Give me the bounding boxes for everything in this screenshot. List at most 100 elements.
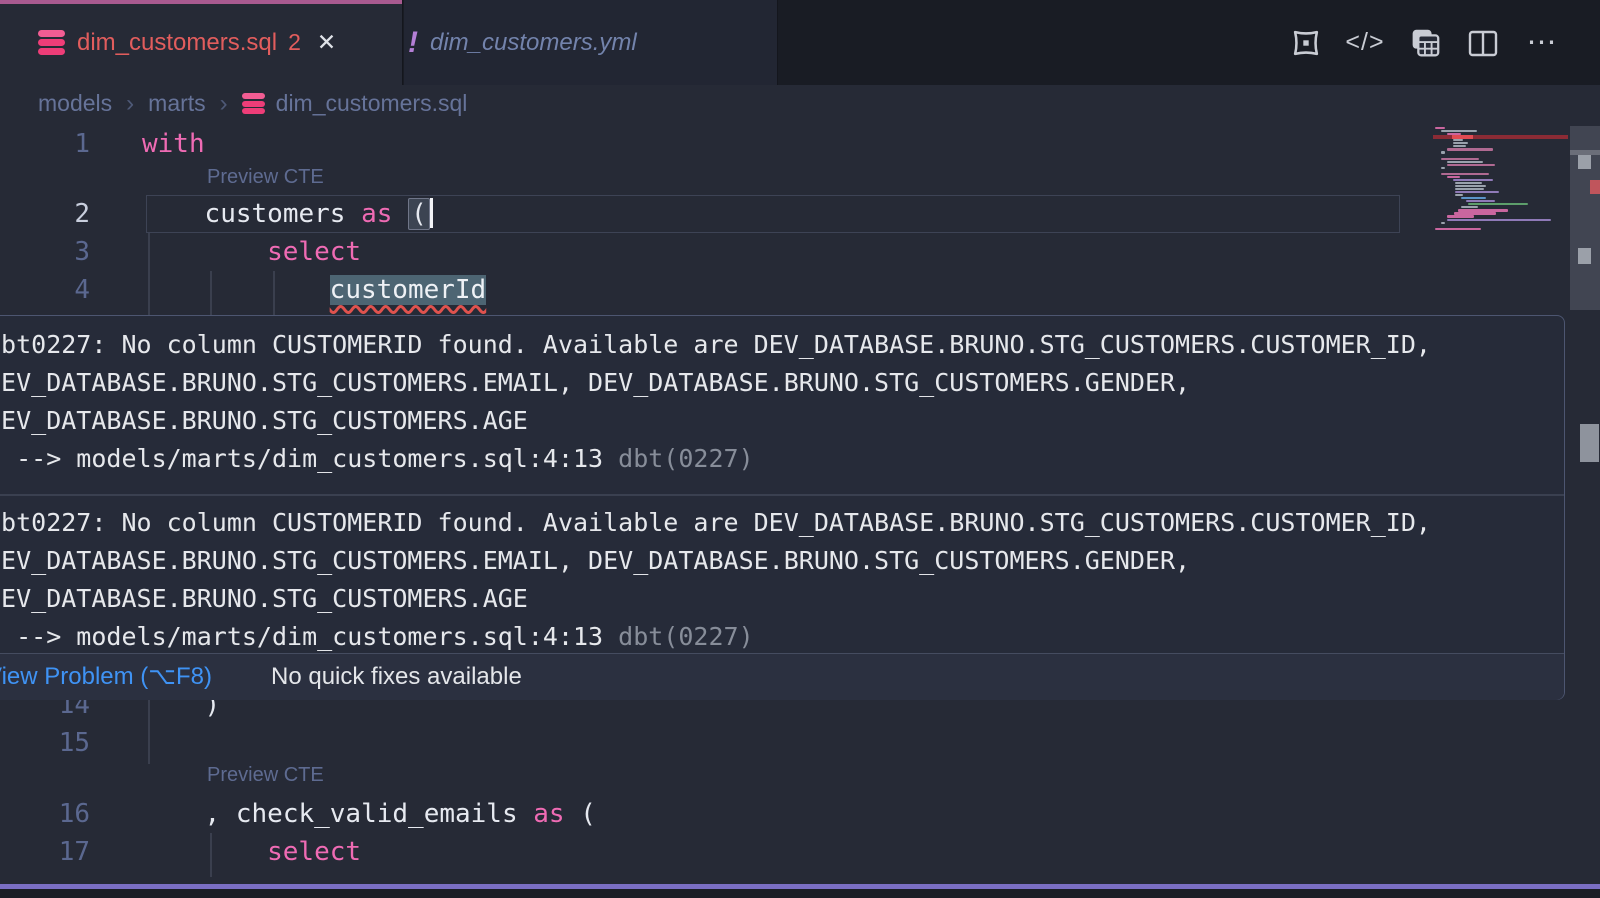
- code-line-16[interactable]: 16 , check_valid_emails as (: [0, 795, 1430, 833]
- code-line-17[interactable]: 17select: [0, 833, 1430, 871]
- minimap-code-line: [1461, 206, 1478, 208]
- minimap-code-line: [1441, 167, 1445, 169]
- minimap-code-line: [1441, 222, 1445, 224]
- minimap-code-line: [1447, 164, 1495, 166]
- close-icon[interactable]: ✕: [317, 29, 336, 56]
- code-token: (: [408, 198, 430, 230]
- code-token: (: [565, 799, 596, 829]
- minimap-code-line: [1455, 194, 1463, 196]
- tab-label: dim_customers.sql: [77, 29, 277, 57]
- indent-guide: [273, 271, 275, 315]
- minimap-code-line: [1447, 215, 1474, 217]
- indent-guide: [148, 700, 150, 764]
- indent-guide: [148, 233, 150, 315]
- overview-ruler-mark: [1580, 424, 1599, 462]
- code-token: as: [361, 199, 392, 229]
- minimap-code-line: [1453, 139, 1463, 141]
- error-message-line: dbt0227: No column CUSTOMERID found. Ava…: [0, 504, 1546, 542]
- diagnostic-source: dbt(0227): [618, 444, 753, 473]
- vertical-scrollbar[interactable]: [1570, 122, 1600, 898]
- code-token: with: [142, 129, 205, 159]
- minimap-code-line: [1453, 179, 1493, 181]
- popup-footer: View Problem (⌥F8) No quick fixes availa…: [0, 653, 1564, 700]
- view-problem-link[interactable]: View Problem (⌥F8): [0, 654, 212, 700]
- error-message-line: DEV_DATABASE.BRUNO.STG_CUSTOMERS.AGE: [0, 580, 1546, 618]
- minimap-code-line: [1441, 173, 1489, 175]
- breadcrumb-models[interactable]: models: [38, 90, 112, 117]
- minimap-code-line: [1468, 203, 1528, 205]
- line-number: 2: [0, 195, 90, 233]
- minimap-code-line: [1461, 197, 1486, 199]
- code-token: , check_valid_emails: [205, 799, 534, 829]
- error-message-line: DEV_DATABASE.BRUNO.STG_CUSTOMERS.EMAIL, …: [0, 542, 1546, 580]
- code-line-4[interactable]: 4customerId: [0, 271, 1430, 309]
- line-number: 3: [0, 233, 90, 271]
- minimap-code-line: [1447, 176, 1460, 178]
- line-number: 1: [0, 125, 90, 163]
- error-message-line: --> models/marts/dim_customers.sql:4:13 …: [0, 440, 1546, 478]
- chevron-right-icon: ›: [126, 90, 134, 118]
- tab-modified-badge: 2: [288, 29, 301, 56]
- tab-bar: dim_customers.sql 2 ✕ ! dim_customers.ym…: [0, 0, 1600, 85]
- text-cursor: [430, 198, 433, 228]
- minimap-code-line: [1455, 191, 1499, 193]
- minimap-code-line: [1447, 148, 1493, 150]
- overview-ruler-mark: [1590, 180, 1600, 194]
- code-line-1[interactable]: 1 with: [0, 125, 1430, 163]
- error-hover-popup: dbt0227: No column CUSTOMERID found. Ava…: [0, 315, 1565, 700]
- error-message-line: --> models/marts/dim_customers.sql:4:13 …: [0, 618, 1546, 656]
- tab-label: dim_customers.yml: [430, 29, 637, 57]
- code-lens-preview-cte[interactable]: Preview CTE: [207, 764, 324, 787]
- show-compiled-code-icon[interactable]: </>: [1347, 25, 1383, 61]
- dbt-icon[interactable]: [1288, 25, 1324, 61]
- database-icon: [38, 30, 65, 55]
- minimap-code-line: [1466, 200, 1495, 202]
- line-number: 16: [0, 795, 90, 833]
- code-line-3[interactable]: 3 select: [0, 233, 1430, 271]
- error-exclamation-icon: !: [408, 26, 418, 60]
- overview-ruler-mark: [1578, 155, 1591, 169]
- vscode-window: dim_customers.sql 2 ✕ ! dim_customers.ym…: [0, 0, 1600, 898]
- tab-dim-customers-sql[interactable]: dim_customers.sql 2 ✕: [0, 0, 403, 85]
- panel-area: [0, 889, 1600, 898]
- minimap-code-line: [1435, 228, 1481, 230]
- breadcrumb-filename[interactable]: dim_customers.sql: [276, 90, 468, 117]
- minimap-code-line: [1454, 212, 1496, 214]
- code-token: select: [267, 237, 361, 267]
- minimap-code-line: [1441, 130, 1477, 132]
- minimap-code-line: [1447, 161, 1483, 163]
- copy-as-table-icon[interactable]: [1406, 25, 1442, 61]
- database-icon: [242, 93, 265, 114]
- error-message-line: DEV_DATABASE.BRUNO.STG_CUSTOMERS.AGE: [0, 402, 1546, 440]
- tab-dim-customers-yml[interactable]: ! dim_customers.yml: [404, 0, 778, 85]
- error-message-line: dbt0227: No column CUSTOMERID found. Ava…: [0, 326, 1546, 364]
- more-actions-icon[interactable]: ⋯: [1524, 25, 1560, 61]
- error-message-line: DEV_DATABASE.BRUNO.STG_CUSTOMERS.EMAIL, …: [0, 364, 1546, 402]
- minimap-code-line: [1453, 142, 1468, 144]
- diagnostic-source: dbt(0227): [618, 622, 753, 651]
- editor-actions: </> ⋯: [1288, 0, 1560, 85]
- code-line-15[interactable]: 15: [0, 724, 1430, 762]
- code-token: select: [267, 837, 361, 867]
- minimap-code-line: [1455, 182, 1482, 184]
- minimap-code-line: [1441, 158, 1479, 160]
- code-token: as: [533, 799, 564, 829]
- code-line-2[interactable]: 2 customers as (: [0, 195, 1430, 233]
- line-number: 15: [0, 724, 90, 762]
- code-editor[interactable]: 1withPreview CTE2customers as (3select4c…: [0, 122, 1600, 898]
- minimap-code-line: [1455, 188, 1484, 190]
- code-token: customers: [205, 199, 362, 229]
- code-lens-preview-cte[interactable]: Preview CTE: [207, 166, 324, 189]
- line-number: 4: [0, 271, 90, 309]
- popup-divider: [0, 494, 1564, 496]
- minimap-code-line: [1458, 209, 1508, 211]
- overview-ruler-mark: [1578, 248, 1591, 264]
- split-editor-icon[interactable]: [1465, 25, 1501, 61]
- indent-guide: [210, 833, 212, 877]
- no-quick-fixes-text: No quick fixes available: [271, 654, 522, 700]
- minimap-code-line: [1441, 151, 1445, 153]
- chevron-right-icon: ›: [220, 90, 228, 118]
- indent-guide: [210, 271, 212, 315]
- breadcrumb-marts[interactable]: marts: [148, 90, 206, 117]
- minimap-code-line: [1455, 185, 1486, 187]
